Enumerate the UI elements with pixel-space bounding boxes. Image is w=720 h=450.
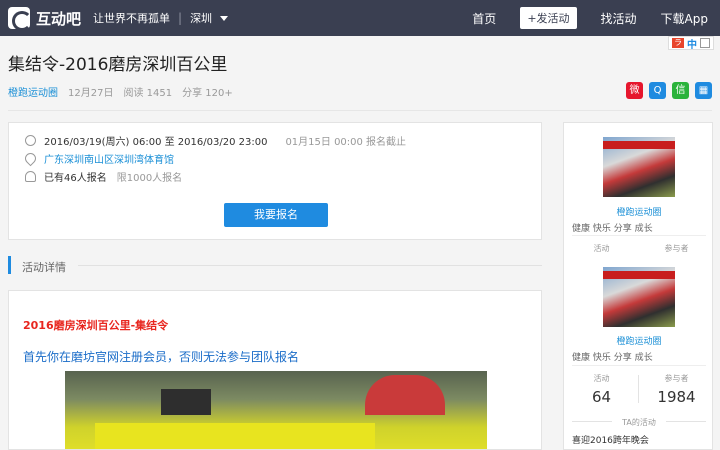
top-navigation-bar: 互动吧 让世界不再孤单 | 深圳 首页 +发活动 找活动 下载App [0,0,720,36]
read-count: 阅读 1451 [123,88,173,99]
event-meta: 橙跑运动圈 12月27日 阅读 1451 分享 120+ [8,84,233,99]
event-time: 2016/03/19(周六) 06:00 至 2016/03/20 23:00 [44,137,268,148]
divider [572,235,706,236]
stat-participants-label: 参与者 [664,374,689,383]
photo-shape [603,271,675,279]
section-accent [8,256,11,274]
ta-activities-label: TA的活动 [622,418,656,427]
main-nav: 首页 +发活动 找活动 下载App [460,0,720,36]
organizer-name[interactable]: 橙跑运动圈 [564,334,714,347]
nav-find-activity[interactable]: 找活动 [601,10,637,27]
col-activity-label: 活动 [593,244,610,253]
wechat-icon[interactable]: 信 [672,82,689,99]
divider [8,110,712,111]
logo[interactable]: 互动吧 [8,7,82,31]
details-headline: 2016磨房深圳百公里-集结令 [23,319,169,332]
organizer-avatar[interactable] [603,267,675,327]
post-activity-button[interactable]: +发活动 [520,7,577,29]
organizer-sidebar: 橙跑运动圈 健康 快乐 分享 成长 活动 参与者 橙跑运动圈 健康 快乐 分享 … [563,122,713,450]
organizer-avatar[interactable] [603,137,675,197]
ta-activity-item[interactable]: 喜迎2016跨年晚会 [572,433,649,446]
qrcode-icon[interactable]: ▦ [695,82,712,99]
divider [572,365,706,366]
event-details-content: 2016磨房深圳百公里-集结令 首先你在磨坊官网注册会员，否则无法参与团队报名 [8,290,542,450]
enroll-limit: 限1000人报名 [116,173,183,184]
divider [666,421,706,422]
divider: | [178,11,183,25]
enrolled-row: 已有46人报名 限1000人报名 [25,169,182,184]
event-location[interactable]: 广东深圳南山区深圳湾体育馆 [44,151,174,166]
organizer-columns: 活动 参与者 [564,243,714,254]
section-title: 活动详情 [22,261,66,274]
divider [638,375,639,403]
clock-icon [25,135,36,146]
user-icon [25,171,36,182]
col-participants-label: 参与者 [664,244,689,253]
logo-icon [8,7,32,31]
time-row: 2016/03/19(周六) 06:00 至 2016/03/20 23:00 … [25,133,406,148]
ime-icon: ラ [672,38,684,48]
stat-activities[interactable]: 活动 64 [564,373,639,406]
photo-shape [95,423,375,449]
share-icons: 微 Q 信 ▦ [626,82,712,99]
organizer-link[interactable]: 橙跑运动圈 [8,84,58,99]
chevron-down-icon[interactable] [220,15,229,21]
toolbar-box-icon [700,38,710,48]
signup-button[interactable]: 我要报名 [224,203,328,227]
logo-text: 互动吧 [36,9,82,28]
organizer-tags: 健康 快乐 分享 成长 [572,353,653,363]
weibo-icon[interactable]: 微 [626,82,643,99]
details-subline: 首先你在磨坊官网注册会员，否则无法参与团队报名 [23,350,300,364]
stat-activities-label: 活动 [593,374,610,383]
publish-date: 12月27日 [68,88,114,99]
event-title: 集结令-2016磨房深圳百公里 [8,55,228,75]
location-pin-icon [22,150,39,167]
photo-shape [161,389,211,415]
stat-participants-value: 1984 [657,388,696,406]
photo-shape [365,375,445,415]
stat-activities-value: 64 [591,388,612,406]
nav-download-app[interactable]: 下载App [661,10,708,27]
qq-icon[interactable]: Q [649,82,666,99]
details-section-header: 活动详情 [8,252,542,278]
language-toolbar[interactable]: ラ 中 [668,36,714,51]
organizer-stats: 活动 64 参与者 1984 [564,373,714,406]
signup-deadline: 01月15日 00:00 报名截止 [285,137,407,148]
event-photo [65,371,487,449]
divider [78,265,542,266]
photo-shape [603,141,675,149]
stat-participants[interactable]: 参与者 1984 [639,373,714,406]
nav-home[interactable]: 首页 [472,10,496,27]
language-indicator[interactable]: 中 [687,36,697,51]
organizer-tags: 健康 快乐 分享 成长 [572,224,653,234]
city-selector[interactable]: 深圳 [190,10,212,26]
organizer-name[interactable]: 橙跑运动圈 [564,205,714,218]
enrolled-count: 已有46人报名 [44,173,107,184]
location-row: 广东深圳南山区深圳湾体育馆 [22,150,174,167]
slogan: 让世界不再孤单 [93,12,171,25]
share-count: 分享 120+ [182,88,233,99]
event-info-card: 2016/03/19(周六) 06:00 至 2016/03/20 23:00 … [8,122,542,240]
